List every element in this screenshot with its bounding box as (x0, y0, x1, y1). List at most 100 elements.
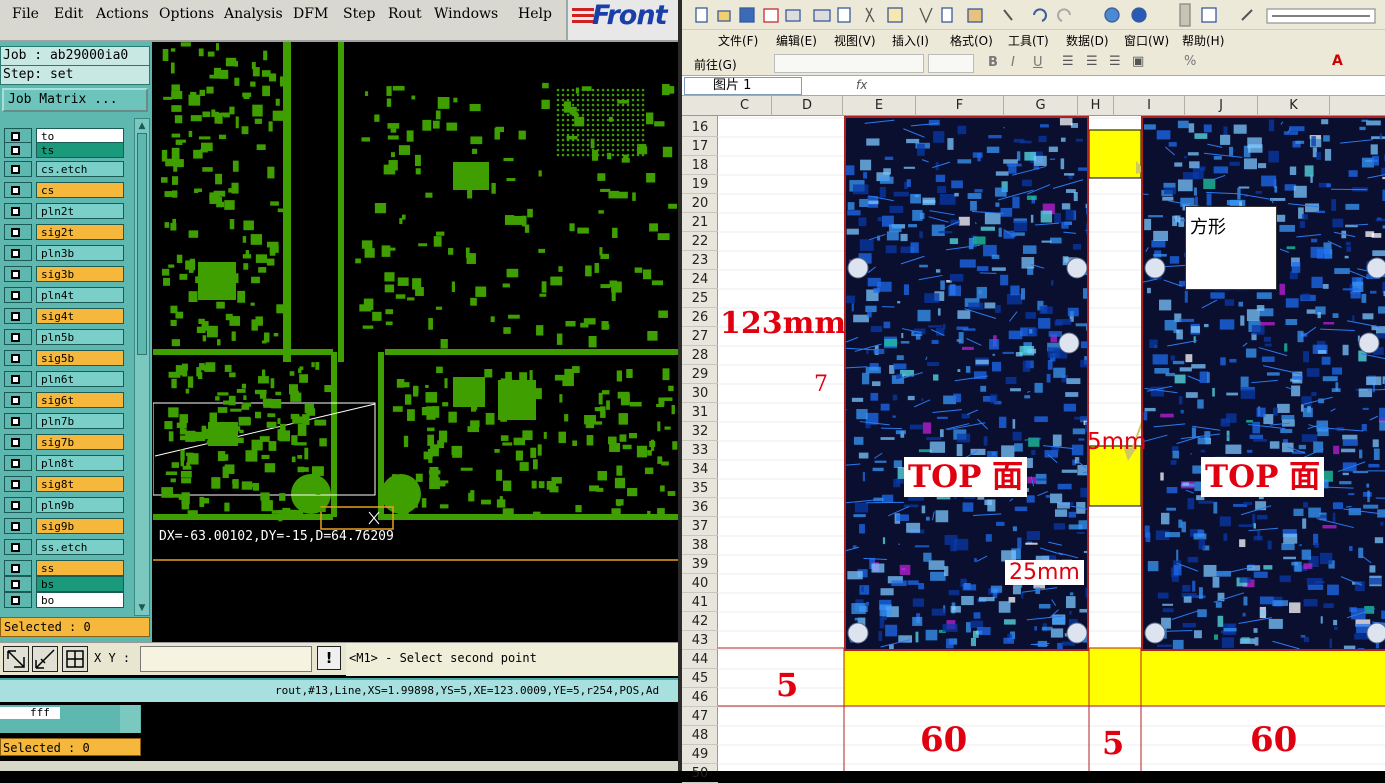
row-header[interactable]: 21 (682, 213, 718, 232)
align-left-icon[interactable]: ☰ (1062, 54, 1074, 69)
layer-checkbox[interactable] (4, 592, 32, 608)
row-header[interactable]: 32 (682, 422, 718, 441)
column-header[interactable]: G (1004, 96, 1078, 116)
row-header[interactable]: 38 (682, 536, 718, 555)
row-header[interactable]: 28 (682, 346, 718, 365)
row-header[interactable]: 47 (682, 707, 718, 726)
column-header[interactable]: F (916, 96, 1004, 116)
row-header[interactable]: 29 (682, 365, 718, 384)
menu-windows[interactable]: Windows (434, 6, 498, 22)
layer-row[interactable]: bs (4, 576, 124, 592)
layer-row[interactable]: pln2t (4, 203, 124, 219)
font-name-select[interactable] (774, 54, 924, 73)
layer-row[interactable]: sig9b (4, 518, 124, 534)
worksheet-area[interactable]: TOP 面 TOP 面 25mm 方形 123mm 7 5mm 5 60 5 6… (718, 116, 1385, 771)
layer-row[interactable]: sig2t (4, 224, 124, 240)
callout-box[interactable]: 方形 (1185, 206, 1277, 290)
layer-checkbox[interactable] (4, 476, 32, 492)
percent-icon[interactable]: % (1184, 54, 1196, 69)
menu-dfm[interactable]: DFM (293, 6, 328, 22)
menu-analysis[interactable]: Analysis (224, 6, 283, 22)
row-header[interactable]: 44 (682, 650, 718, 669)
layer-checkbox[interactable] (4, 142, 32, 158)
secondary-scrollbar[interactable] (120, 705, 140, 733)
row-header[interactable]: 40 (682, 574, 718, 593)
row-header[interactable]: 43 (682, 631, 718, 650)
layer-row[interactable]: sig7b (4, 434, 124, 450)
italic-icon[interactable]: I (1011, 55, 1015, 70)
layer-scrollbar[interactable]: ▲ ▼ (134, 118, 150, 616)
layer-row[interactable]: pln5b (4, 329, 124, 345)
layer-row[interactable]: sig6t (4, 392, 124, 408)
menu-options[interactable]: Options (159, 6, 214, 22)
row-header[interactable]: 50 (682, 764, 718, 783)
layer-checkbox[interactable] (4, 497, 32, 513)
row-header[interactable]: 20 (682, 194, 718, 213)
job-matrix-button[interactable]: Job Matrix ... (2, 88, 148, 112)
menu-step[interactable]: Step (343, 6, 375, 22)
row-header[interactable]: 19 (682, 175, 718, 194)
row-header[interactable]: 23 (682, 251, 718, 270)
align-right-icon[interactable]: ☰ (1109, 54, 1121, 69)
layer-checkbox[interactable] (4, 413, 32, 429)
layer-checkbox[interactable] (4, 434, 32, 450)
column-header[interactable]: K (1258, 96, 1330, 116)
column-header[interactable]: C (718, 96, 772, 116)
layer-row[interactable]: cs.etch (4, 161, 124, 177)
underline-icon[interactable]: U (1033, 55, 1043, 70)
layer-row[interactable]: pln4t (4, 287, 124, 303)
layer-checkbox[interactable] (4, 203, 32, 219)
layer-checkbox[interactable] (4, 266, 32, 282)
layer-checkbox[interactable] (4, 329, 32, 345)
row-header[interactable]: 49 (682, 745, 718, 764)
row-header[interactable]: 45 (682, 669, 718, 688)
layer-row[interactable]: pln8t (4, 455, 124, 471)
menu-tools-cn[interactable]: 工具(T) (1008, 32, 1049, 49)
warning-button[interactable]: ! (317, 646, 341, 670)
menu-file[interactable]: File (12, 6, 39, 22)
layer-row[interactable]: ts (4, 142, 124, 158)
menu-help-cn[interactable]: 帮助(H) (1182, 32, 1224, 49)
menu-window-cn[interactable]: 窗口(W) (1124, 32, 1169, 49)
row-header[interactable]: 48 (682, 726, 718, 745)
row-header[interactable]: 31 (682, 403, 718, 422)
name-box[interactable]: 图片 1 (684, 77, 802, 95)
secondary-layer-item[interactable]: fff (0, 707, 60, 719)
pcb-board-view[interactable] (153, 42, 678, 642)
font-color-icon[interactable]: A (1332, 53, 1343, 69)
row-header[interactable]: 30 (682, 384, 718, 403)
layer-row[interactable]: sig8t (4, 476, 124, 492)
layer-row[interactable]: sig5b (4, 350, 124, 366)
layer-row[interactable]: pln6t (4, 371, 124, 387)
column-header[interactable]: H (1078, 96, 1114, 116)
row-header[interactable]: 36 (682, 498, 718, 517)
layer-checkbox[interactable] (4, 245, 32, 261)
layer-checkbox[interactable] (4, 392, 32, 408)
layer-row[interactable]: pln7b (4, 413, 124, 429)
menu-help[interactable]: Help (518, 6, 552, 22)
menu-format-cn[interactable]: 格式(O) (950, 32, 993, 49)
xy-coordinate-input[interactable] (140, 646, 312, 672)
row-header[interactable]: 27 (682, 327, 718, 346)
layer-row[interactable]: pln9b (4, 497, 124, 513)
menu-insert-cn[interactable]: 插入(I) (892, 32, 929, 49)
layer-row[interactable]: cs (4, 182, 124, 198)
merge-icon[interactable]: ▣ (1132, 54, 1144, 69)
menu-actions[interactable]: Actions (96, 6, 149, 22)
layer-row[interactable]: bo (4, 592, 124, 608)
row-header[interactable]: 18 (682, 156, 718, 175)
row-header[interactable]: 39 (682, 555, 718, 574)
grid-snap-icon[interactable] (62, 646, 88, 672)
row-header[interactable]: 35 (682, 479, 718, 498)
column-header[interactable]: D (772, 96, 843, 116)
layer-checkbox[interactable] (4, 455, 32, 471)
layer-checkbox[interactable] (4, 539, 32, 555)
column-header[interactable]: I (1114, 96, 1185, 116)
menu-edit-cn[interactable]: 编辑(E) (776, 32, 817, 49)
layer-checkbox[interactable] (4, 371, 32, 387)
layer-row[interactable]: sig3b (4, 266, 124, 282)
menu-view-cn[interactable]: 视图(V) (834, 32, 876, 49)
column-header[interactable]: E (843, 96, 916, 116)
scroll-down-icon[interactable]: ▼ (136, 602, 148, 614)
scroll-up-icon[interactable]: ▲ (136, 120, 148, 132)
